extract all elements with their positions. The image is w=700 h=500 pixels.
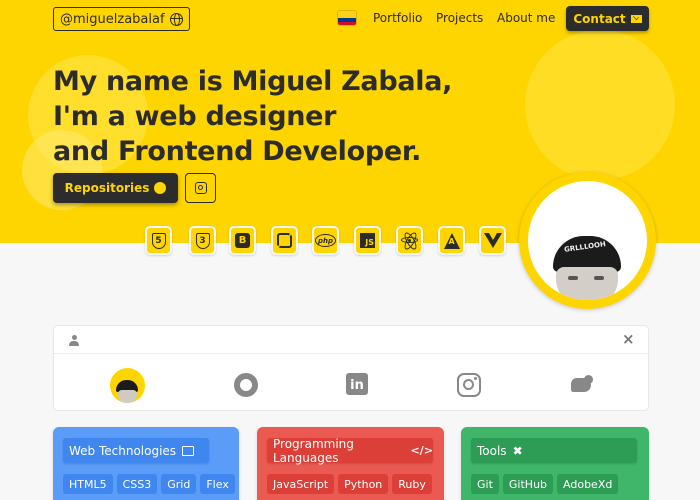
github-icon[interactable] (234, 373, 258, 397)
tech-html5[interactable]: 5 (145, 226, 172, 255)
linkedin-icon[interactable]: in (346, 373, 368, 395)
tag: CSS3 (116, 474, 158, 494)
tech-bootstrap[interactable]: B (229, 226, 256, 255)
headline-line: and Frontend Developer. (53, 136, 422, 167)
tools-icon: ✖ (512, 443, 523, 458)
social-panel-header: × (54, 326, 648, 354)
hero-headline: My name is Miguel Zabala, I'm a web desi… (53, 64, 452, 169)
nav-link-portfolio[interactable]: Portfolio (373, 11, 422, 25)
nav-link-projects[interactable]: Projects (436, 11, 483, 25)
tag-list: HTML5 CSS3 Grid Flex (63, 474, 235, 494)
repositories-button[interactable]: Repositories (53, 173, 178, 203)
close-icon[interactable]: × (622, 332, 635, 347)
angular-icon (443, 232, 460, 249)
monitor-icon (182, 445, 195, 456)
tag: Python (338, 474, 389, 494)
card-programming-languages: Programming Languages </> JavaScript Pyt… (257, 427, 444, 500)
contact-label: Contact (573, 11, 626, 26)
vue-icon (483, 233, 502, 248)
tag: HTML5 (63, 474, 113, 494)
tech-vue[interactable] (479, 226, 506, 255)
profile-avatar: GRLLLOOH (528, 181, 647, 300)
tech-php[interactable]: php (312, 226, 339, 255)
card-title: Web Technologies (63, 438, 209, 463)
card-tools: Tools ✖ Git GitHub AdobeXd (461, 427, 649, 500)
card-title-text: Programming Languages (273, 436, 354, 465)
card-title: Tools ✖ (471, 438, 637, 463)
html5-icon: 5 (151, 232, 166, 249)
mini-avatar[interactable] (110, 368, 145, 403)
card-title-text: Tools (477, 443, 507, 458)
tag: AdobeXd (557, 474, 619, 494)
card-web-technologies: Web Technologies HTML5 CSS3 Grid Flex (53, 427, 239, 500)
python-icon (276, 232, 293, 249)
instagram-icon (194, 182, 207, 194)
card-title-text: Web Technologies (69, 443, 177, 458)
tag: Git (471, 474, 499, 494)
tag: Flex (200, 474, 235, 494)
tag: Grid (161, 474, 197, 494)
tag-list: JavaScript Python Ruby (267, 474, 432, 494)
tag: GitHub (502, 474, 554, 494)
tag-list: Git GitHub AdobeXd (471, 474, 619, 494)
instagram-icon[interactable] (457, 373, 481, 397)
bootstrap-icon: B (235, 233, 250, 248)
avatar-face (556, 267, 618, 300)
tech-javascript[interactable]: JS (354, 226, 381, 255)
tech-css3[interactable]: 3 (189, 226, 216, 255)
code-icon: </> (410, 444, 433, 457)
react-icon (401, 232, 418, 249)
tech-angular[interactable] (438, 226, 465, 255)
tech-python[interactable] (271, 226, 298, 255)
headline-line: I'm a web designer (53, 101, 337, 132)
avatar-eye (568, 276, 578, 280)
twitter-icon[interactable] (568, 373, 594, 395)
github-icon (154, 182, 167, 194)
contact-button[interactable]: Contact (566, 6, 649, 31)
decor-bubble (525, 30, 675, 180)
css3-icon: 3 (195, 232, 210, 249)
user-icon (69, 335, 79, 346)
tech-react[interactable] (396, 226, 423, 255)
php-icon: php (315, 234, 336, 247)
javascript-icon: JS (360, 233, 375, 248)
social-panel: × in (53, 325, 649, 411)
tag: Ruby (392, 474, 432, 494)
repositories-label: Repositories (64, 181, 150, 195)
card-title: Programming Languages </> (267, 436, 433, 465)
headline-line: My name is Miguel Zabala, (53, 66, 453, 97)
instagram-button[interactable] (185, 173, 216, 203)
avatar-eye (594, 276, 604, 280)
colombia-flag-icon[interactable] (338, 11, 356, 25)
nav-link-about[interactable]: About me (497, 11, 555, 25)
envelope-icon (630, 14, 642, 23)
tag: JavaScript (267, 474, 335, 494)
